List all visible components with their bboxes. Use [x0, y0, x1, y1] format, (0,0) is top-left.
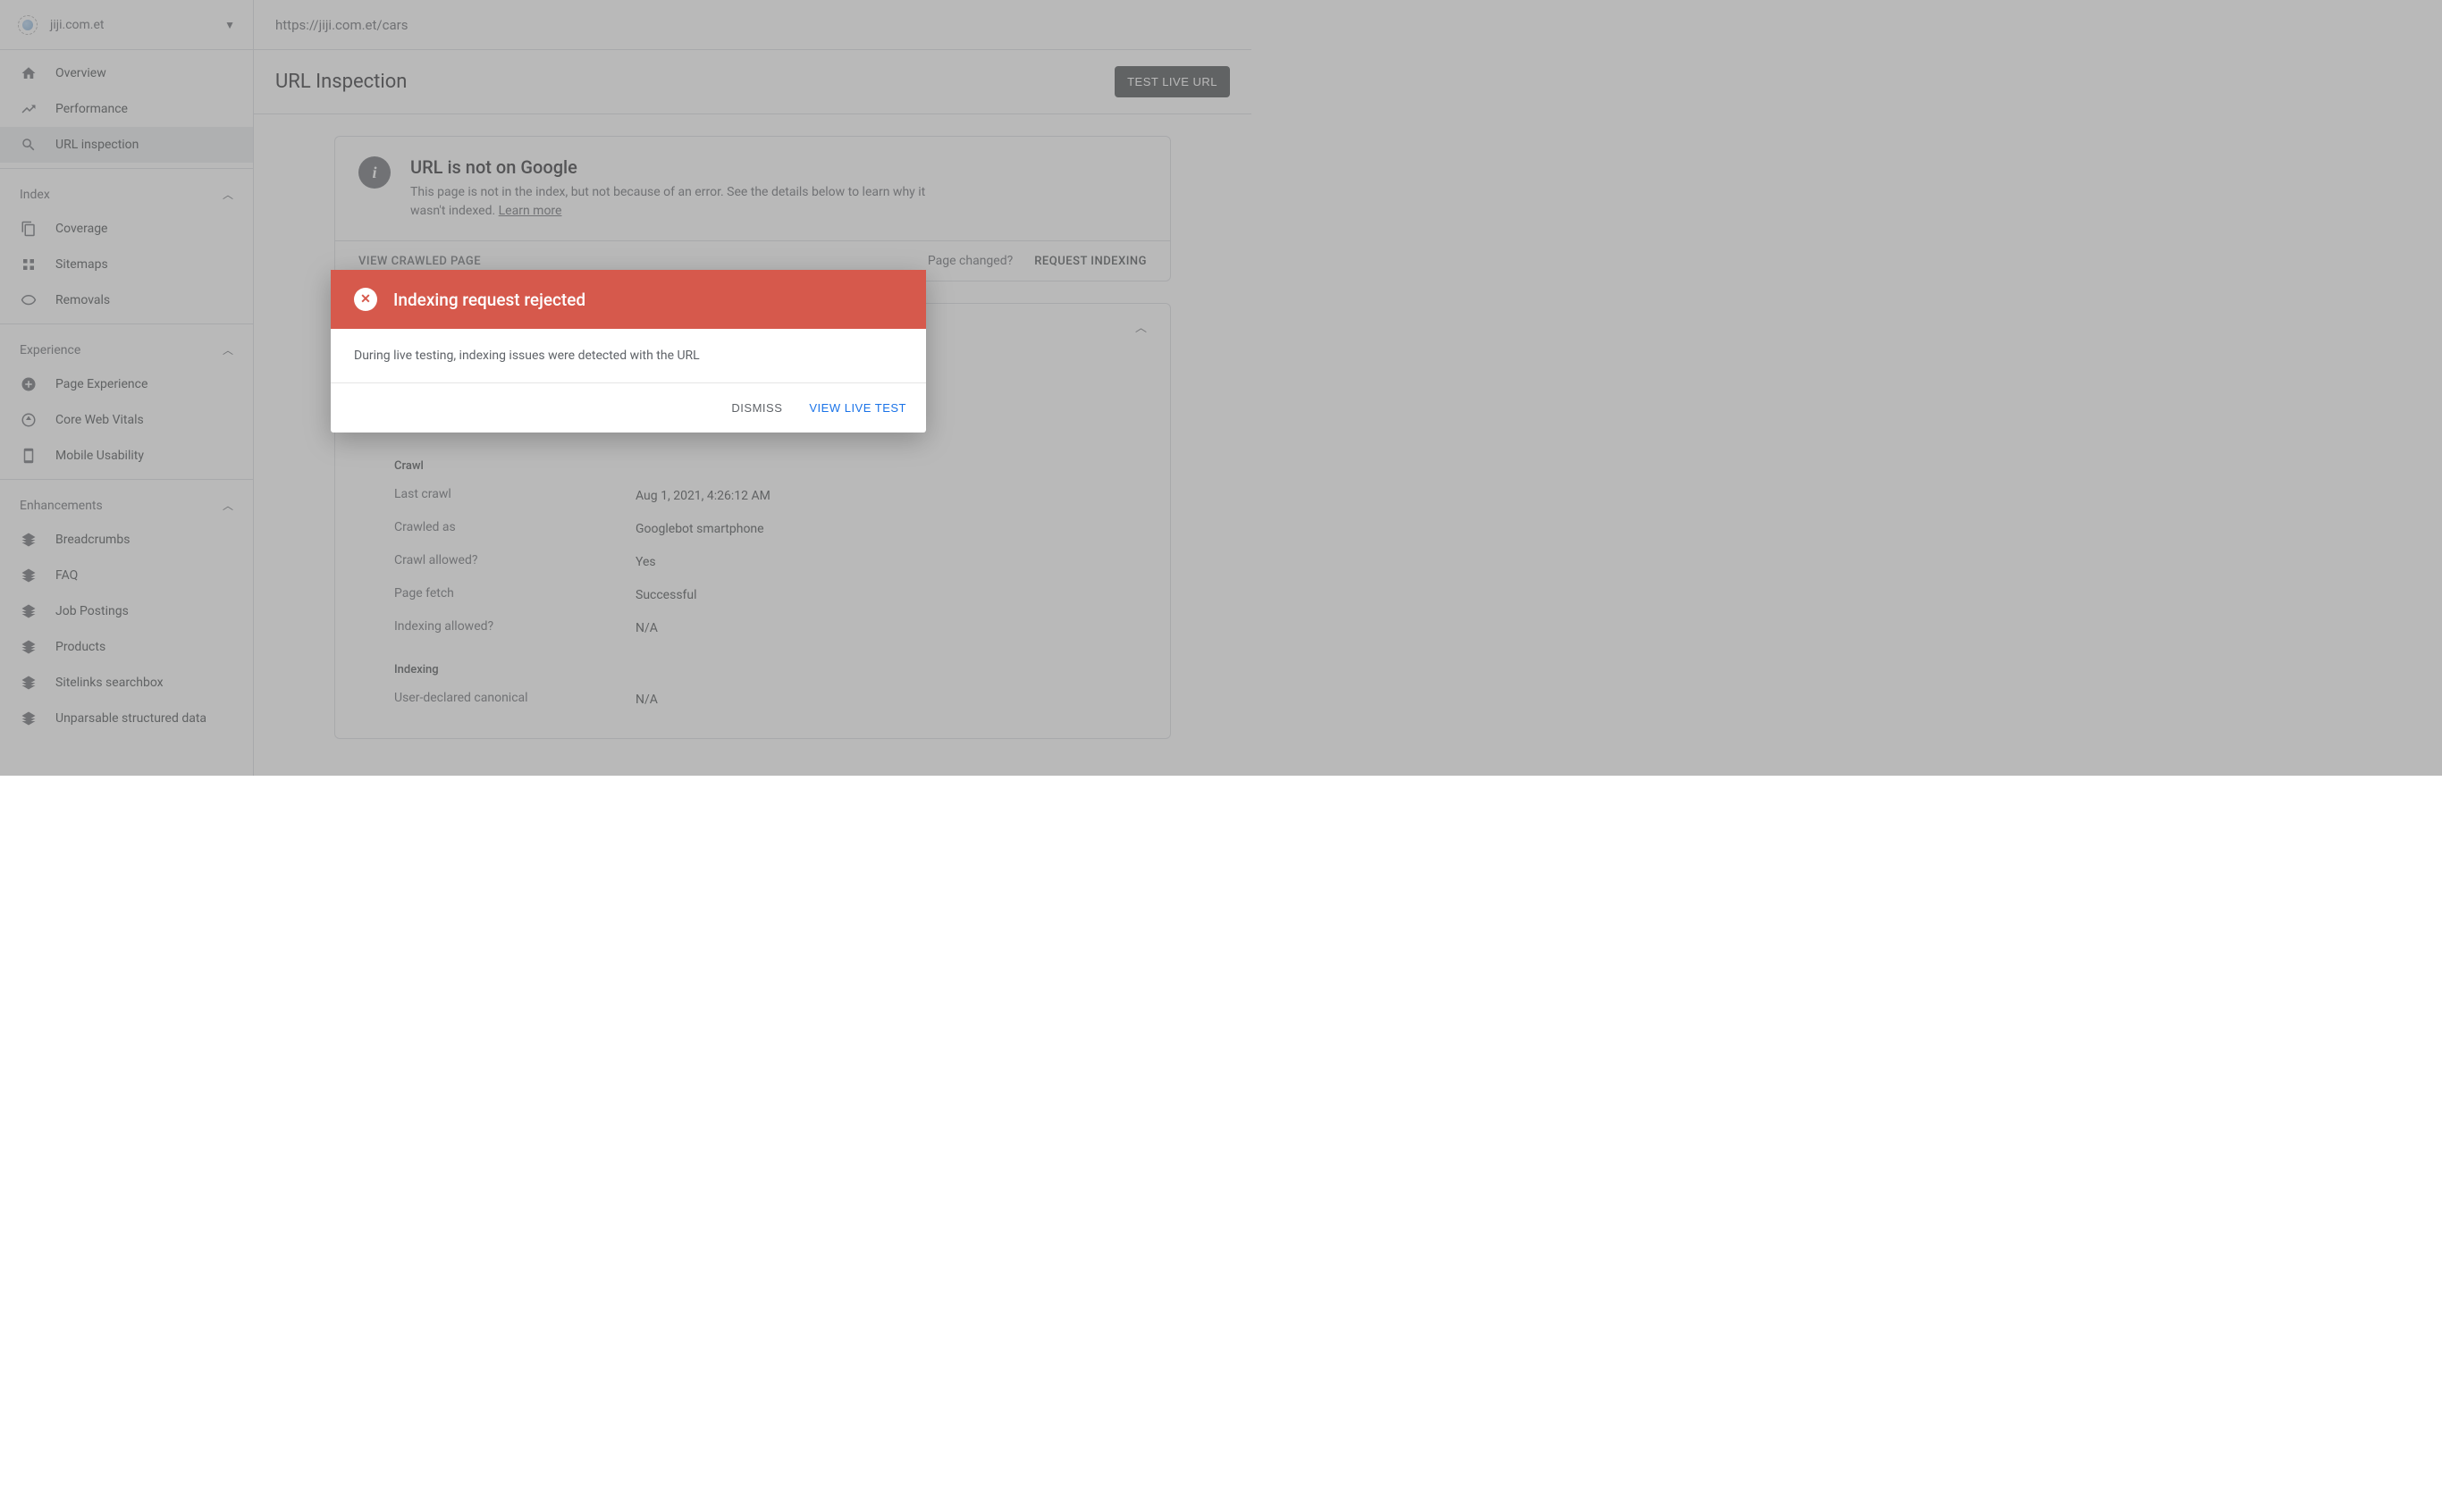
modal-overlay[interactable]: ✕ Indexing request rejected During live …	[0, 0, 2442, 776]
modal-header: ✕ Indexing request rejected	[331, 270, 926, 329]
error-icon: ✕	[354, 288, 377, 311]
modal-dialog: ✕ Indexing request rejected During live …	[331, 270, 926, 433]
modal-title: Indexing request rejected	[393, 290, 585, 310]
dismiss-button[interactable]: DISMISS	[729, 398, 784, 418]
view-live-test-button[interactable]: VIEW LIVE TEST	[807, 398, 908, 418]
modal-body: During live testing, indexing issues wer…	[331, 329, 926, 383]
modal-actions: DISMISS VIEW LIVE TEST	[331, 383, 926, 433]
